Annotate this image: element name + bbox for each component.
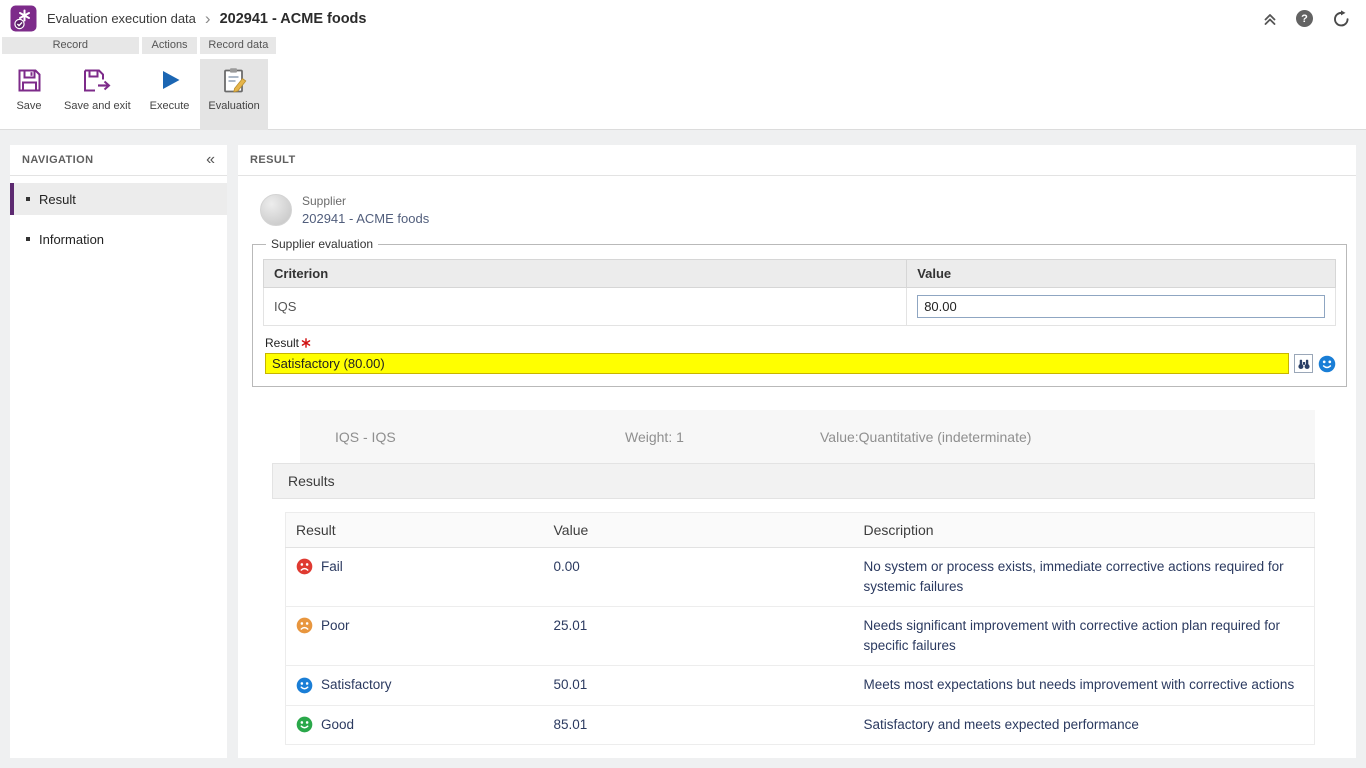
table-row: Poor 25.01 Needs significant improvement… [286, 607, 1315, 666]
bullet-icon [26, 237, 30, 241]
result-description: Meets most expectations but needs improv… [854, 666, 1315, 706]
save-and-exit-icon [82, 65, 112, 95]
sidebar-item-label: Information [39, 232, 104, 247]
good-face-icon [296, 716, 313, 733]
top-bar: Evaluation execution data › 202941 - ACM… [0, 0, 1366, 37]
evaluation-button[interactable]: Evaluation [200, 59, 267, 130]
result-value-input[interactable] [265, 353, 1289, 374]
ribbon-group-actions: Actions Execute [142, 37, 198, 130]
supplier-value: 202941 - ACME foods [302, 211, 429, 226]
ribbon-group-record: Record Save [2, 37, 139, 130]
lookup-binoculars-button[interactable] [1294, 354, 1313, 373]
execute-play-icon [157, 65, 183, 95]
supplier-evaluation-legend: Supplier evaluation [266, 237, 378, 251]
results-header-result: Result [286, 513, 544, 548]
breadcrumb-root-link[interactable]: Evaluation execution data [47, 11, 196, 26]
breadcrumb: Evaluation execution data › 202941 - ACM… [47, 10, 366, 27]
sidebar-item-result[interactable]: Result [10, 183, 227, 215]
supplier-evaluation-fieldset: Supplier evaluation Criterion Value IQS [252, 237, 1347, 387]
result-panel-header: RESULT [238, 145, 1356, 176]
criterion-value-input[interactable] [917, 295, 1325, 318]
results-header-value: Value [544, 513, 854, 548]
app-logo-icon [10, 5, 37, 32]
sidebar-header: NAVIGATION « [10, 145, 227, 176]
fail-face-icon [296, 558, 313, 575]
result-name: Good [321, 715, 354, 735]
result-value: 0.00 [544, 548, 854, 607]
table-row: Good 85.01 Satisfactory and meets expect… [286, 705, 1315, 745]
result-field-row [265, 353, 1336, 374]
refresh-icon[interactable] [1332, 10, 1350, 28]
result-name: Poor [321, 616, 350, 636]
bullet-icon [26, 197, 30, 201]
save-icon [16, 65, 43, 95]
result-section-title: RESULT [250, 154, 296, 166]
results-section-header[interactable]: Results [272, 463, 1315, 499]
sidebar-nav-list: Result Information [10, 176, 227, 263]
help-icon[interactable]: ? [1296, 10, 1313, 27]
supplier-label: Supplier [302, 194, 429, 208]
ribbon-toolbar: Record Save [0, 37, 1366, 130]
results-section-title: Results [288, 473, 335, 489]
criterion-table: Criterion Value IQS [263, 259, 1336, 326]
sidebar-item-label: Result [39, 192, 76, 207]
sidebar-title: NAVIGATION [22, 154, 93, 166]
supplier-avatar [260, 194, 292, 226]
result-value: 25.01 [544, 607, 854, 666]
result-value: 50.01 [544, 666, 854, 706]
collapse-ribbon-icon[interactable] [1263, 12, 1277, 26]
result-field-label-row: Result [265, 336, 1336, 351]
criterion-summary-strip: IQS - IQS Weight: 1 Value:Quantitative (… [300, 410, 1315, 463]
value-column-header: Value [907, 260, 1336, 288]
evaluation-clipboard-icon [222, 65, 247, 95]
breadcrumb-current: 202941 - ACME foods [220, 11, 367, 27]
breadcrumb-separator: › [205, 10, 211, 27]
criterion-column-header: Criterion [264, 260, 907, 288]
supplier-block: Supplier 202941 - ACME foods [260, 194, 1356, 226]
ribbon-group-record-label: Record [2, 37, 139, 54]
save-and-exit-button[interactable]: Save and exit [56, 59, 139, 130]
required-icon [301, 336, 311, 351]
table-row: Fail 0.00 No system or process exists, i… [286, 548, 1315, 607]
criterion-summary-value-type: Value:Quantitative (indeterminate) [820, 429, 1315, 445]
ribbon-group-record-data-label: Record data [200, 37, 276, 54]
evaluation-button-label: Evaluation [208, 100, 259, 112]
sidebar-item-information[interactable]: Information [10, 223, 227, 255]
save-and-exit-button-label: Save and exit [64, 100, 131, 112]
result-value: 85.01 [544, 705, 854, 745]
page-content: NAVIGATION « Result Information RESULT S… [0, 130, 1366, 768]
result-panel-body: Supplier 202941 - ACME foods Supplier ev… [238, 176, 1356, 758]
result-name: Fail [321, 557, 343, 577]
result-panel: RESULT Supplier 202941 - ACME foods Supp… [238, 145, 1356, 758]
criterion-summary-name: IQS - IQS [335, 429, 625, 445]
criterion-summary-weight: Weight: 1 [625, 429, 820, 445]
results-table: Result Value Description [285, 512, 1315, 745]
result-field-label: Result [265, 336, 299, 350]
criterion-name: IQS [264, 288, 907, 326]
table-row: Satisfactory 50.01 Meets most expectatio… [286, 666, 1315, 706]
criterion-row: IQS [264, 288, 1336, 326]
result-name: Satisfactory [321, 675, 392, 695]
results-header-description: Description [854, 513, 1315, 548]
result-description: Satisfactory and meets expected performa… [854, 705, 1315, 745]
save-button-label: Save [16, 100, 41, 112]
ribbon-group-actions-label: Actions [142, 37, 198, 54]
navigation-sidebar: NAVIGATION « Result Information [10, 145, 227, 758]
results-table-header-row: Result Value Description [286, 513, 1315, 548]
poor-face-icon [296, 617, 313, 634]
save-button[interactable]: Save [2, 59, 56, 130]
execute-button[interactable]: Execute [142, 59, 198, 130]
result-smiley-icon [1318, 355, 1336, 373]
result-description: Needs significant improvement with corre… [854, 607, 1315, 666]
result-description: No system or process exists, immediate c… [854, 548, 1315, 607]
execute-button-label: Execute [150, 100, 190, 112]
satisfactory-face-icon [296, 677, 313, 694]
collapse-sidebar-icon[interactable]: « [206, 152, 215, 168]
ribbon-group-record-data: Record data Evaluation [200, 37, 276, 130]
